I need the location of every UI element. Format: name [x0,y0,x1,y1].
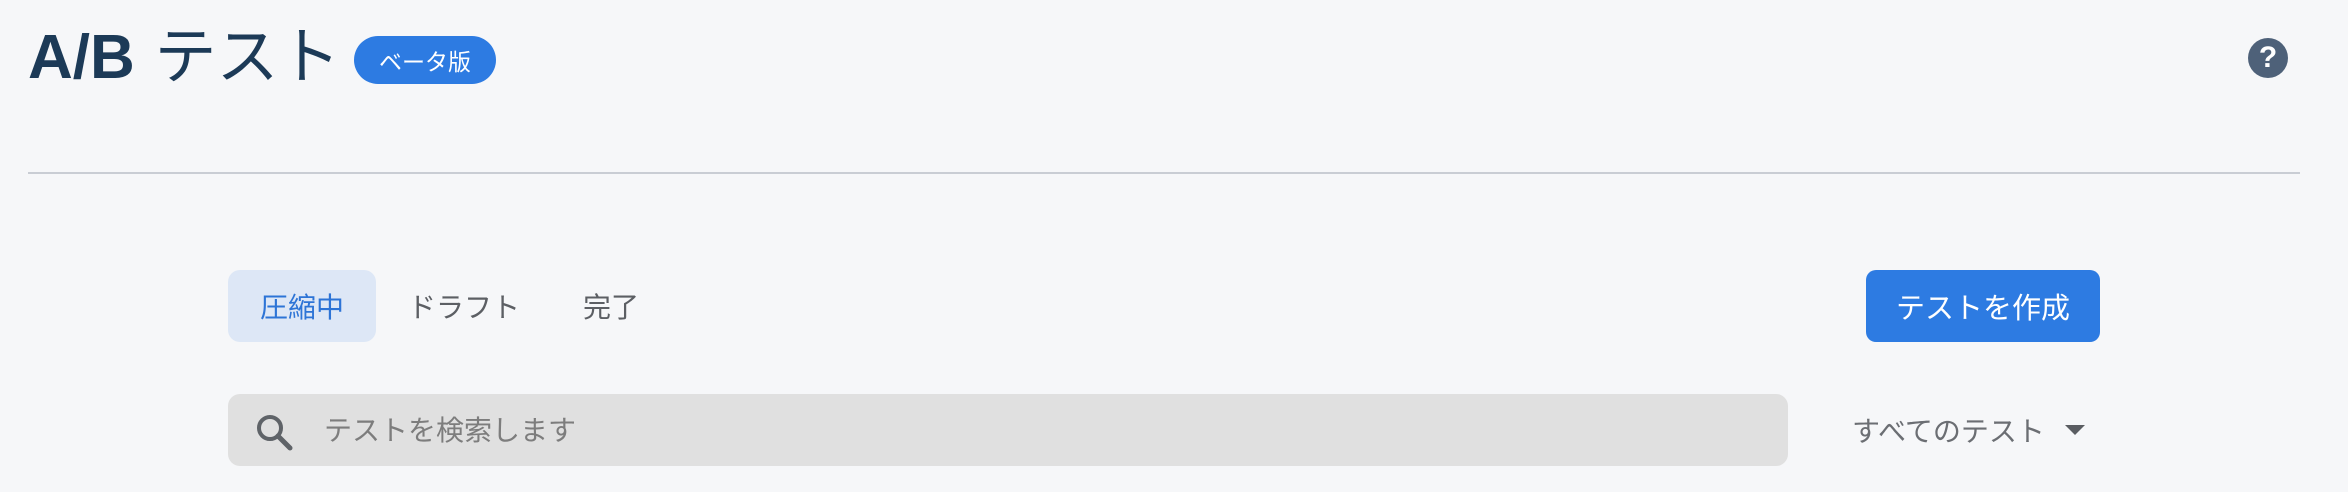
tab-label: 圧縮中 [259,291,344,324]
create-test-button[interactable]: テストを作成 [1866,270,2100,342]
tab-draft[interactable]: ドラフト [390,270,538,342]
test-filter-dropdown[interactable]: すべてのテスト [1852,404,2085,456]
page-title: A/B テスト [28,14,341,101]
filter-selected-label: すべてのテスト [1852,415,2045,448]
page-title-prefix: A/B [28,23,135,92]
search-icon [257,415,293,451]
beta-badge: ベータ版 [354,36,496,84]
tab-label: ドラフト [407,291,520,324]
tab-completed[interactable]: 完了 [552,270,670,342]
search-bar[interactable] [228,394,1788,466]
tab-in-progress[interactable]: 圧縮中 [228,270,376,342]
caret-down-icon [2064,425,2085,435]
header-divider [28,172,2300,174]
tab-label: 完了 [582,291,639,324]
page-title-suffix: テスト [134,20,341,93]
help-icon[interactable]: ? [2248,38,2288,78]
search-input[interactable] [324,394,1744,466]
